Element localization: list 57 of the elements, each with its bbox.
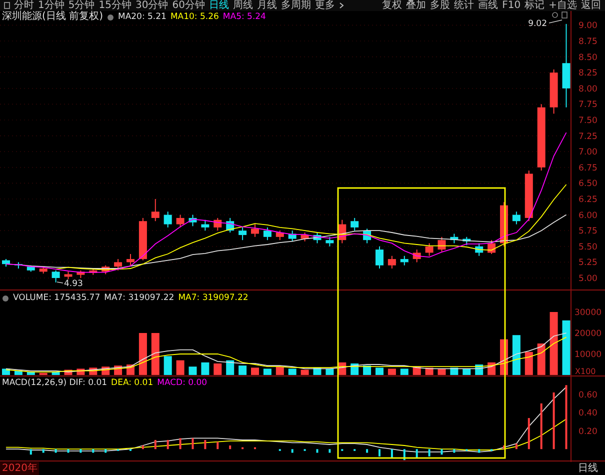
date-label: 2020年 [0,462,40,475]
period-tab[interactable]: 1分钟 [38,0,64,11]
high-price-label: 9.02 [528,19,547,29]
toolbar-button[interactable]: 返回 [581,0,601,11]
axis-label: 8.75 [578,37,598,47]
toolbar-button[interactable]: +自选 [548,0,577,11]
toolbar-button[interactable]: 复权 [382,0,402,11]
legend-label: MA7: 319097.22 [104,293,174,303]
low-price-label: 4.93 [64,279,83,289]
axis-label: 0.60 [578,390,598,400]
legend-label: MA10: 5.26 [170,12,219,22]
axis-label: 7.75 [578,100,598,110]
toolbar-button[interactable]: 叠加 [406,0,426,11]
axis-label: 6.25 [578,195,598,205]
axis-label: 9.00 [578,21,598,32]
axis-title: X100 [575,367,596,376]
period-tab[interactable]: 15分钟 [98,0,132,11]
axis-label: 8.00 [578,84,598,94]
period-tab[interactable]: 60分钟 [172,0,205,11]
period-tab[interactable]: 分时 [14,0,34,11]
period-tab[interactable]: 多周期 [280,0,311,11]
toolbar-button[interactable]: F10 [502,0,521,11]
axis-label: 7.25 [578,132,598,142]
legend-label: VOLUME: 175435.77 [13,293,100,303]
axis-label: 0.20 [578,426,598,437]
period-tab[interactable]: 日线 [208,0,229,11]
toolbar-button[interactable]: 画线 [478,0,498,11]
axis-label: 5.50 [578,242,598,252]
period-tab[interactable]: 5分钟 [68,0,95,11]
toolbar-button[interactable]: 标记 [524,0,545,11]
period-tab[interactable]: 周线 [232,0,253,11]
period-tab[interactable]: 30分钟 [135,0,168,11]
axis-label: 20000 [574,329,602,339]
legend-label: DEA: 0.01 [111,378,154,388]
chart-title: 深圳能源(日线 前复权) [2,12,103,22]
axis-label: 0.40 [578,408,598,419]
legend-label: MACD: 0.00 [157,378,208,388]
axis-label: 30000 [574,308,602,318]
axis-label: 8.25 [578,68,598,79]
axis-label: 5.25 [578,258,598,268]
period-tab[interactable]: 月线 [256,0,277,11]
axis-label: 10000 [574,350,602,360]
axis-label: 6.00 [578,210,598,221]
axis-label: 8.50 [578,52,598,63]
axis-label: 5.75 [578,226,598,237]
axis-label: 7.50 [578,116,598,126]
legend-label: MACD(12,26,9) DIF: 0.01 [2,378,108,388]
period-tab[interactable]: 更多 [314,0,335,11]
legend-label: MA7: 319097.22 [178,293,248,303]
legend-label: MA20: 5.21 [118,12,166,22]
toolbar-button[interactable]: 多股 [430,0,450,11]
axis-label: 6.75 [578,163,598,174]
axis-label: 6.50 [578,179,598,190]
period-label: 日线 [577,462,599,475]
legend-label: MA5: 5.24 [222,12,266,22]
axis-label: 7.00 [578,148,598,158]
axis-label: 5.00 [578,274,598,284]
